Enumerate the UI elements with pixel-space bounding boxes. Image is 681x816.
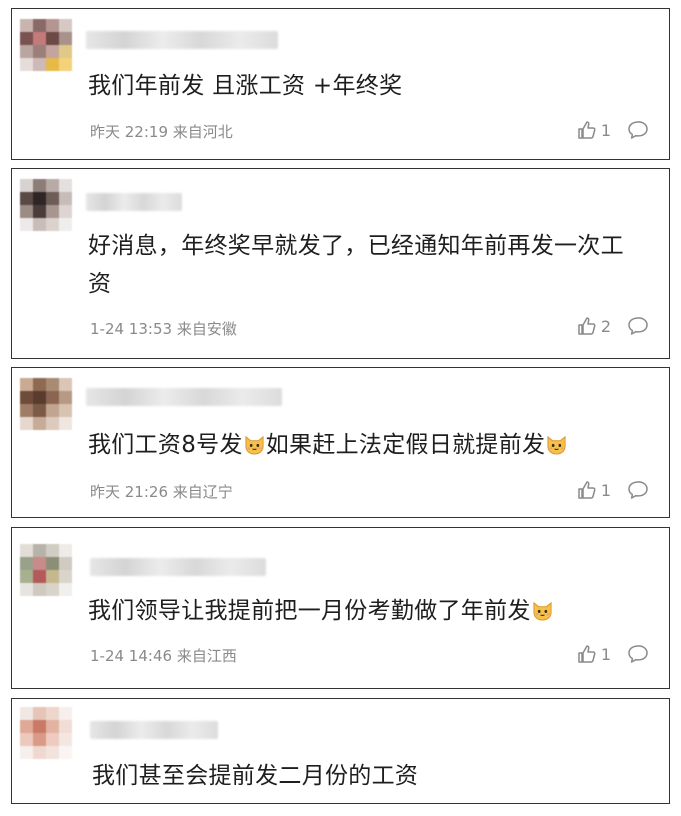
username-blurred[interactable] <box>90 721 218 739</box>
comment-button[interactable] <box>627 316 649 336</box>
comment-location: 来自江西 <box>176 647 237 665</box>
username-blurred[interactable] <box>86 388 282 406</box>
like-button[interactable]: 1 <box>577 480 611 500</box>
thumbs-up-icon <box>577 120 597 140</box>
comment-card-4: 我们领导让我提前把一月份考勤做了年前发 1-24 14:46 来自江西 1 <box>11 527 670 689</box>
comment-button[interactable] <box>627 120 649 140</box>
comment-location: 来自辽宁 <box>172 483 233 501</box>
comment-card-5: 我们甚至会提前发二月份的工资 <box>11 698 670 804</box>
comment-card-1: 我们年前发 且涨工资 +年终奖 昨天 22:19 来自河北 1 <box>11 8 670 160</box>
like-button[interactable]: 1 <box>577 644 611 664</box>
comment-text: 我们年前发 且涨工资 +年终奖 <box>88 73 403 99</box>
comment-meta: 1-24 13:53 来自安徽 <box>90 318 237 339</box>
comment-button[interactable] <box>627 480 649 500</box>
avatar[interactable] <box>20 378 72 430</box>
thumbs-up-icon <box>577 316 597 336</box>
username-blurred[interactable] <box>90 558 266 576</box>
comment-text: 好消息，年终奖早就发了，已经通知年前再发一次工资 <box>88 233 624 297</box>
comment-text-part-2: 如果赶上法定假日就提前发 <box>265 432 546 458</box>
like-button[interactable]: 1 <box>577 120 611 140</box>
comment-bubble-icon <box>627 316 649 336</box>
username-blurred[interactable] <box>86 193 182 211</box>
comment-location: 来自安徽 <box>176 320 237 338</box>
cat-face-emoji <box>531 600 554 621</box>
cat-face-emoji <box>545 434 568 455</box>
comment-text-part-1: 我们工资8号发 <box>88 432 243 458</box>
comment-meta: 昨天 21:26 来自辽宁 <box>90 481 233 502</box>
comment-time: 昨天 22:19 <box>90 123 168 141</box>
avatar[interactable] <box>20 707 72 759</box>
like-count: 2 <box>600 316 611 336</box>
comment-time: 1-24 14:46 <box>90 647 173 665</box>
comment-text: 我们领导让我提前把一月份考勤做了年前发 <box>88 592 639 630</box>
comment-time: 昨天 21:26 <box>90 483 168 501</box>
comment-text: 我们工资8号发 如果赶上法定假日就提前发 <box>88 426 639 464</box>
thumbs-up-icon <box>577 480 597 500</box>
comment-time: 1-24 13:53 <box>90 320 173 338</box>
comment-location: 来自河北 <box>172 123 233 141</box>
like-count: 1 <box>600 644 611 664</box>
comment-button[interactable] <box>627 644 649 664</box>
comment-text-part-1: 我们领导让我提前把一月份考勤做了年前发 <box>88 598 531 624</box>
avatar[interactable] <box>20 19 72 71</box>
thumbs-up-icon <box>577 644 597 664</box>
like-button[interactable]: 2 <box>577 316 611 336</box>
avatar[interactable] <box>20 179 72 231</box>
like-count: 1 <box>600 120 611 140</box>
comment-meta: 1-24 14:46 来自江西 <box>90 645 237 666</box>
comment-card-3: 我们工资8号发 如果赶上法定假日就提前发 昨天 21:26 来自辽宁 1 <box>11 367 670 518</box>
comment-bubble-icon <box>627 480 649 500</box>
comment-text: 我们甚至会提前发二月份的工资 <box>92 763 419 789</box>
comment-meta: 昨天 22:19 来自河北 <box>90 121 233 142</box>
avatar[interactable] <box>20 544 72 596</box>
comment-bubble-icon <box>627 120 649 140</box>
comment-bubble-icon <box>627 644 649 664</box>
cat-face-emoji <box>243 434 266 455</box>
like-count: 1 <box>600 480 611 500</box>
comment-card-2: 好消息，年终奖早就发了，已经通知年前再发一次工资 1-24 13:53 来自安徽… <box>11 168 670 359</box>
username-blurred[interactable] <box>86 31 278 49</box>
